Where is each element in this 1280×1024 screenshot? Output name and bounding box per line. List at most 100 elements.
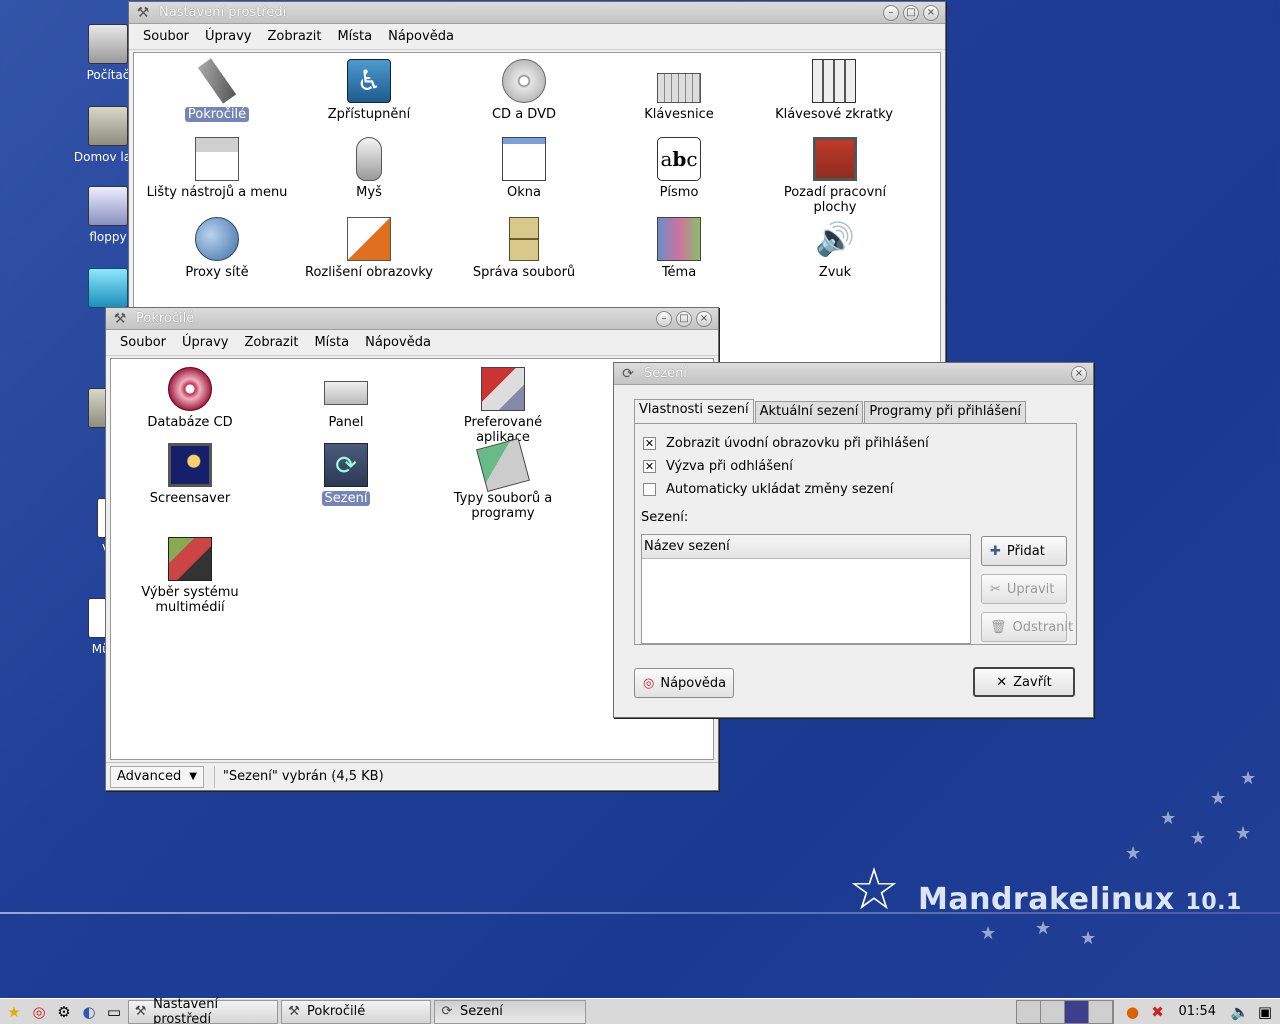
option-label: Výzva při odhlášení (666, 459, 793, 474)
checkbox[interactable]: ✕ (643, 460, 656, 473)
sessions-dialog[interactable]: ⟳ Sezení × Vlastnosti sezení Aktuální se… (613, 362, 1094, 718)
close-dialog-button[interactable]: ✕ Zavřít (973, 667, 1075, 697)
item-multimedia[interactable]: Výběr systému multimédií (125, 537, 255, 615)
task-preferences[interactable]: ⚒ Nastavení prostředí (128, 997, 278, 1024)
font-icon: abc (657, 137, 701, 181)
item-typy-souboru[interactable]: Typy souborů a programy (433, 438, 573, 521)
workspace-1[interactable] (1016, 1000, 1041, 1023)
item-sprava-souboru[interactable]: Správa souborů (459, 217, 589, 280)
item-pismo[interactable]: abc Písmo (614, 137, 744, 200)
workspace-4[interactable] (1088, 1000, 1113, 1023)
monitor-icon[interactable]: ▭ (103, 1001, 125, 1023)
workspace-pager[interactable] (1015, 999, 1114, 1024)
task-advanced[interactable]: ⚒ Pokročilé (281, 999, 431, 1024)
menu-napoveda[interactable]: Nápověda (365, 335, 431, 350)
minimize-button[interactable]: – (883, 4, 899, 21)
tools-icon: ⚒ (136, 4, 150, 21)
item-mys[interactable]: Myš (304, 137, 434, 200)
terminal-shell-icon[interactable]: ⚙ (53, 1001, 75, 1023)
cd-dvd-icon (502, 59, 546, 103)
maximize-button[interactable]: □ (903, 4, 919, 21)
menu-zobrazit[interactable]: Zobrazit (244, 335, 298, 350)
tab-session-options[interactable]: Vlastnosti sezení (634, 399, 754, 423)
multimedia-system-icon (168, 537, 212, 581)
tab-startup-programs[interactable]: Programy při přihlášení (864, 401, 1027, 423)
workspace-3[interactable] (1064, 1000, 1089, 1023)
menu-upravy[interactable]: Úpravy (182, 335, 228, 350)
item-label: Zpřístupnění (327, 107, 411, 122)
task-label: Sezení (460, 1004, 503, 1019)
theme-icon (657, 217, 701, 261)
item-zvuk[interactable]: 🔊 Zvuk (770, 217, 900, 280)
menu-upravy[interactable]: Úpravy (205, 29, 251, 44)
network-disconnected-icon[interactable]: ✖ (1147, 1001, 1169, 1023)
checkbox[interactable]: ✕ (643, 437, 656, 450)
item-label: Pozadí pracovní plochy (783, 185, 887, 215)
item-panel[interactable]: Panel (281, 367, 411, 430)
item-klavesove-zkratky[interactable]: Klávesové zkratky (764, 59, 904, 122)
item-screensaver[interactable]: Screensaver (125, 443, 255, 506)
item-okna[interactable]: Okna (459, 137, 589, 200)
sessions-label: Sezení: (641, 510, 689, 525)
sessions-list[interactable]: Název sezení (641, 534, 971, 644)
option-autosave[interactable]: Automaticky ukládat změny sezení (643, 482, 893, 497)
star-menu-icon[interactable]: ★ (3, 1001, 25, 1023)
titlebar[interactable]: ⚒ Pokročilé – □ × (106, 308, 718, 330)
tab-current-session[interactable]: Aktuální sezení (754, 401, 864, 423)
mandrakelinux-logo: ☆ Mandrakelinux 10.1 (848, 860, 1248, 930)
window-title: Sezení (644, 366, 687, 381)
menu-mista[interactable]: Místa (314, 335, 349, 350)
menu-napoveda[interactable]: Nápověda (388, 29, 454, 44)
window-title: Pokročilé (136, 311, 195, 326)
option-logout-prompt[interactable]: ✕ Výzva při odhlášení (643, 459, 793, 474)
view-mode-combo[interactable]: Advanced ▼ (110, 765, 204, 788)
item-sezeni[interactable]: ⟳ Sezení (281, 443, 411, 506)
close-button[interactable]: × (1071, 365, 1087, 382)
item-pokrocile[interactable]: Pokročilé (152, 58, 282, 122)
item-label: Správa souborů (472, 265, 576, 280)
browser-icon[interactable]: ◐ (78, 1001, 100, 1023)
task-sessions[interactable]: ⟳ Sezení (434, 999, 586, 1024)
add-button[interactable]: ✚ Přidat (981, 536, 1067, 566)
menu-zobrazit[interactable]: Zobrazit (267, 29, 321, 44)
remove-button[interactable]: 🗑 Odstranit (981, 612, 1073, 642)
item-proxy-site[interactable]: Proxy sítě (152, 217, 282, 280)
help-button[interactable]: ◎ Nápověda (634, 668, 734, 698)
titlebar[interactable]: ⟳ Sezení × (614, 363, 1093, 385)
floppy-icon (88, 186, 128, 226)
item-pozadi[interactable]: Pozadí pracovní plochy (760, 137, 910, 215)
edit-button[interactable]: ✂ Upravit (981, 574, 1067, 604)
close-button[interactable]: × (923, 4, 939, 21)
item-cd-dvd[interactable]: CD a DVD (459, 59, 589, 122)
list-header-session-name[interactable]: Název sezení (642, 535, 970, 559)
lifebuoy-icon: ◎ (643, 675, 655, 691)
item-databaze-cd[interactable]: Databáze CD (125, 367, 255, 430)
checkbox[interactable] (643, 483, 656, 496)
clock[interactable]: 01:54 (1179, 1004, 1216, 1019)
close-button[interactable]: × (696, 310, 712, 327)
minimize-button[interactable]: – (656, 310, 672, 327)
titlebar[interactable]: ⚒ Nastavení prostředí – □ × (129, 2, 945, 24)
item-zpristupneni[interactable]: ♿ Zpřístupnění (304, 59, 434, 122)
menu-mista[interactable]: Místa (337, 29, 372, 44)
mouse-icon (356, 137, 382, 181)
item-preferovane[interactable]: Preferované aplikace (433, 367, 573, 445)
item-klavesnice[interactable]: Klávesnice (614, 59, 744, 122)
item-label: Sezení (321, 491, 371, 506)
help-lifebuoy-icon[interactable]: ◎ (28, 1001, 50, 1023)
menu-soubor[interactable]: Soubor (120, 335, 166, 350)
item-tema[interactable]: Téma (614, 217, 744, 280)
item-label: Zvuk (818, 265, 852, 280)
show-desktop-icon[interactable]: ▣ (1254, 1001, 1276, 1023)
maximize-button[interactable]: □ (676, 310, 692, 327)
update-notifier-icon[interactable]: ● (1122, 1001, 1144, 1023)
close-icon: ✕ (996, 674, 1008, 690)
sessions-icon: ⟳ (622, 365, 634, 382)
workspace-2[interactable] (1040, 1000, 1065, 1023)
item-rozliseni[interactable]: Rozlišení obrazovky (294, 217, 444, 280)
menu-soubor[interactable]: Soubor (143, 29, 189, 44)
item-listy-nastroju[interactable]: Lišty nástrojů a menu (140, 137, 294, 200)
tab-panel: ✕ Zobrazit úvodní obrazovku při přihláše… (634, 423, 1077, 645)
volume-icon[interactable]: 🔈 (1229, 1001, 1251, 1023)
option-splash-screen[interactable]: ✕ Zobrazit úvodní obrazovku při přihláše… (643, 436, 929, 451)
